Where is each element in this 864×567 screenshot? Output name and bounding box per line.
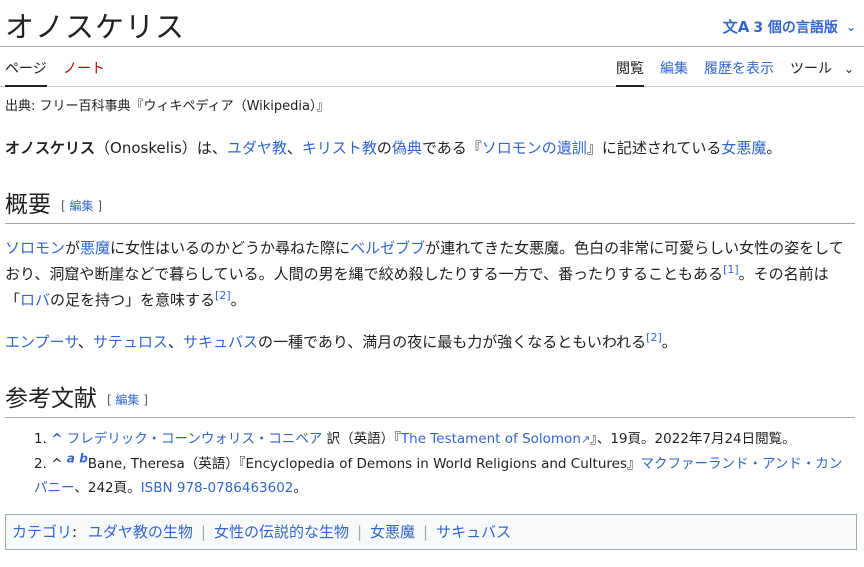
link-testament-of-solomon[interactable]: ソロモンの遺訓 bbox=[482, 139, 587, 157]
section-title: 参考文献 bbox=[5, 386, 97, 412]
edit-section-link[interactable]: 編集 bbox=[70, 199, 94, 213]
external-link-text: The Testament of Solomon bbox=[400, 431, 581, 447]
tab-tools[interactable]: ツール ⌄ bbox=[790, 61, 854, 87]
citation-2[interactable]: [2] bbox=[646, 331, 662, 344]
site-subtitle: 出典: フリー百科事典『ウィキペディア（Wikipedia）』 bbox=[5, 99, 330, 114]
tab-edit[interactable]: 編集 bbox=[660, 61, 688, 87]
reference-list: 1. ^ フレデリック・コーンウォリス・コニベア 訳（英語）『The Testa… bbox=[34, 427, 854, 500]
link-testament-external[interactable]: The Testament of Solomon↗ bbox=[401, 431, 590, 447]
category-item[interactable]: 女性の伝説的な生物 bbox=[214, 523, 349, 541]
link-demon[interactable]: 悪魔 bbox=[80, 239, 110, 257]
edit-section: [ 編集 ] bbox=[107, 393, 149, 407]
chevron-down-icon: ⌄ bbox=[845, 19, 856, 34]
category-item[interactable]: ユダヤ教の生物 bbox=[88, 523, 193, 541]
tab-read[interactable]: 閲覧 bbox=[616, 61, 644, 87]
tab-talk[interactable]: ノート bbox=[63, 61, 105, 87]
reference-item: 1. ^ フレデリック・コーンウォリス・コニベア 訳（英語）『The Testa… bbox=[34, 427, 854, 452]
reference-text: Bane, Theresa（英語）『Encyclopedia of Demons… bbox=[87, 456, 641, 472]
category-colon: : bbox=[72, 523, 78, 541]
link-succubus[interactable]: サキュバス bbox=[183, 333, 258, 351]
chevron-down-icon: ⌄ bbox=[844, 62, 855, 76]
section-heading-overview: 概要 [ 編集 ] bbox=[5, 190, 855, 224]
reference-item: 2. ^ a bBane, Theresa（英語）『Encyclopedia o… bbox=[34, 452, 854, 500]
edit-section: [ 編集 ] bbox=[61, 199, 103, 213]
tab-history[interactable]: 履歴を表示 bbox=[704, 61, 774, 87]
section-heading-references: 参考文献 [ 編集 ] bbox=[5, 384, 855, 418]
reference-text: 』、19頁。2022年7月24日閲覧。 bbox=[590, 431, 796, 447]
reference-text: 訳（英語）『 bbox=[322, 431, 401, 447]
category-separator: | bbox=[200, 523, 206, 541]
backlink-a[interactable]: a bbox=[67, 452, 75, 466]
body-text: 、 bbox=[167, 333, 183, 351]
backlink-b[interactable]: b bbox=[79, 452, 88, 466]
tabs-bar: ページ ノート 閲覧 編集 履歴を表示 ツール ⌄ bbox=[0, 47, 864, 87]
link-pseudepigrapha[interactable]: 偽典 bbox=[392, 139, 422, 157]
lead-text: 』に記述されている bbox=[586, 139, 722, 157]
language-button-label: 3 個の言語版 bbox=[753, 19, 838, 36]
link-christianity[interactable]: キリスト教 bbox=[302, 139, 377, 157]
tab-page[interactable]: ページ bbox=[5, 61, 47, 87]
category-separator: | bbox=[423, 523, 429, 541]
translate-icon: 文A bbox=[722, 18, 750, 36]
category-item[interactable]: 女悪魔 bbox=[370, 523, 415, 541]
body-text: が bbox=[65, 239, 81, 257]
overview-paragraph-2: エンプーサ、サテュロス、サキュバスの一種であり、満月の夜に最も力が強くなるともい… bbox=[5, 329, 855, 355]
category-separator: | bbox=[356, 523, 363, 541]
lead-text: 、 bbox=[286, 139, 302, 157]
reference-text: 、242頁。 bbox=[74, 480, 141, 496]
citation-2[interactable]: [2] bbox=[215, 289, 231, 302]
link-author-conybeare[interactable]: フレデリック・コーンウォリス・コニベア bbox=[67, 431, 323, 447]
reference-number: 1. bbox=[34, 431, 47, 447]
page-title: オノスケリス bbox=[5, 10, 186, 44]
lead-text: （Onoskelis）は、 bbox=[95, 139, 227, 157]
tools-label: ツール bbox=[790, 61, 832, 77]
language-button[interactable]: 文A 3 個の言語版 ⌄ bbox=[723, 16, 856, 37]
reference-text: 。 bbox=[293, 480, 307, 496]
lead-paragraph: オノスケリス（Onoskelis）は、ユダヤ教、キリスト教の偽典である『ソロモン… bbox=[5, 135, 855, 161]
body-text: 。 bbox=[661, 333, 677, 351]
lead-text: 。 bbox=[766, 139, 782, 157]
categories-label-link[interactable]: カテゴリ bbox=[12, 523, 72, 541]
backlink-caret[interactable]: ^ bbox=[51, 431, 62, 447]
lead-bold-term: オノスケリス bbox=[5, 139, 96, 157]
reference-number: 2. bbox=[34, 456, 47, 472]
backlink-caret: ^ bbox=[51, 456, 63, 472]
category-links: カテゴリ: ユダヤ教の生物 | 女性の伝説的な生物 | 女悪魔 | サキュバス bbox=[5, 514, 857, 550]
link-female-demon[interactable]: 女悪魔 bbox=[721, 139, 766, 157]
lead-text: の bbox=[376, 139, 392, 157]
body-text: の一種であり、満月の夜に最も力が強くなるともいわれる bbox=[257, 333, 647, 351]
link-donkey[interactable]: ロバ bbox=[20, 291, 50, 309]
title-bar: オノスケリス 文A 3 個の言語版 ⌄ bbox=[0, 0, 864, 47]
category-item[interactable]: サキュバス bbox=[436, 523, 511, 541]
body-text: の足を持つ」を意味する bbox=[50, 291, 216, 309]
link-beelzebub[interactable]: ベルゼブブ bbox=[350, 239, 425, 257]
citation-1[interactable]: [1] bbox=[723, 263, 739, 276]
link-satyr[interactable]: サテュロス bbox=[93, 333, 168, 351]
link-empusa[interactable]: エンプーサ bbox=[5, 333, 78, 351]
section-title: 概要 bbox=[5, 192, 51, 218]
body-text: 。 bbox=[230, 291, 246, 309]
link-isbn[interactable]: ISBN 978-0786463602 bbox=[141, 480, 294, 496]
overview-paragraph-1: ソロモンが悪魔に女性はいるのかどうか尋ねた際にベルゼブブが連れてきた女悪魔。色白… bbox=[5, 235, 855, 313]
link-judaism[interactable]: ユダヤ教 bbox=[227, 139, 287, 157]
external-link-icon: ↗ bbox=[580, 433, 591, 446]
body-text: 、 bbox=[77, 333, 93, 351]
body-text: に女性はいるのかどうか尋ねた際に bbox=[110, 239, 351, 257]
link-solomon[interactable]: ソロモン bbox=[5, 239, 65, 257]
edit-section-link[interactable]: 編集 bbox=[116, 393, 140, 407]
lead-text: である『 bbox=[421, 139, 482, 157]
